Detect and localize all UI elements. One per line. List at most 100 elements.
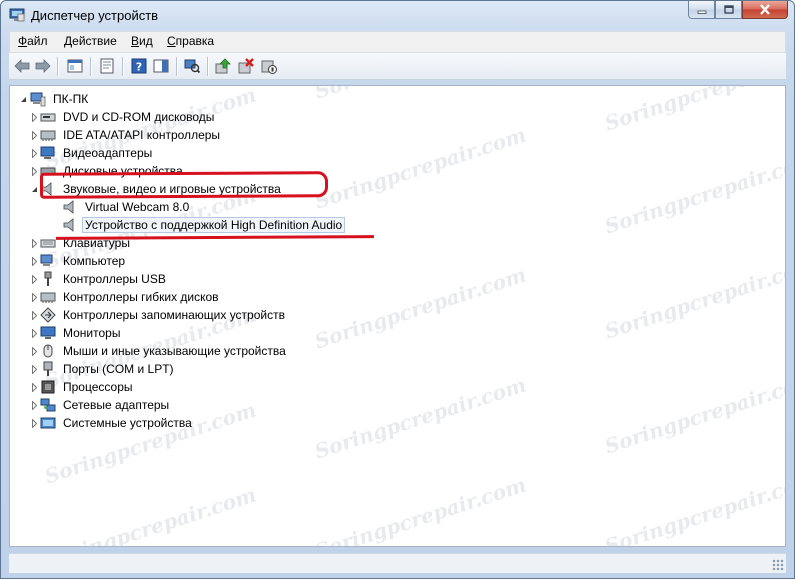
tree-node-label: Видеоадаптеры (63, 146, 153, 160)
expand-arrow-icon[interactable] (30, 252, 39, 270)
tree-node-processors[interactable]: Процессоры (32, 378, 136, 396)
resize-grip-icon[interactable] (772, 559, 784, 571)
caption-buttons (688, 1, 788, 19)
show-hide-console-tree-button[interactable] (65, 57, 85, 75)
status-bar (9, 553, 786, 573)
expand-arrow-icon[interactable] (30, 396, 39, 414)
expand-arrow-icon[interactable] (30, 108, 39, 126)
tree-node-system-devices[interactable]: Системные устройства (32, 414, 195, 432)
collapse-arrow-icon[interactable] (30, 180, 39, 198)
update-driver-icon (215, 58, 231, 74)
tree-node-ports[interactable]: Порты (COM и LPT) (32, 360, 177, 378)
tree-node-root[interactable]: ПК-ПК (16, 90, 91, 108)
highlight-underline (55, 235, 375, 240)
menu-help[interactable]: Справка (165, 34, 216, 48)
network-adapter-icon (40, 398, 56, 412)
computer-icon (30, 92, 46, 107)
expand-arrow-icon[interactable] (30, 144, 39, 162)
tree-node-usb-controllers[interactable]: Контроллеры USB (32, 270, 169, 288)
menu-file-mnemonic: Ф (18, 34, 28, 48)
tree-node-monitors[interactable]: Мониторы (32, 324, 123, 342)
tree-node-label: DVD и CD-ROM дисководы (63, 110, 215, 124)
title-bar[interactable]: Диспетчер устройств (1, 1, 794, 29)
tree-node-computer[interactable]: Компьютер (32, 252, 128, 270)
expand-arrow-icon[interactable] (30, 360, 39, 378)
watermark-text: Soringpcrepair.com (601, 85, 786, 136)
update-driver-button[interactable] (213, 57, 233, 75)
device-tree-panel[interactable]: Soringpcrepair.com Soringpcrepair.com So… (9, 85, 786, 547)
action-pane-button[interactable] (151, 57, 171, 75)
floppy-controller-icon (40, 292, 56, 303)
collapse-arrow-icon[interactable] (16, 96, 30, 103)
watermark-text: Soringpcrepair.com (601, 467, 786, 547)
expand-arrow-icon[interactable] (30, 324, 39, 342)
properties-button[interactable] (97, 57, 117, 75)
menu-view-mnemonic: В (131, 34, 140, 48)
back-button[interactable] (12, 57, 32, 75)
expand-arrow-icon[interactable] (30, 162, 39, 180)
forward-button[interactable] (33, 57, 53, 75)
watermark-text: Soringpcrepair.com (601, 252, 786, 344)
device-manager-icon (9, 8, 25, 22)
svg-text:?: ? (136, 61, 142, 74)
expand-arrow-icon[interactable] (30, 342, 39, 360)
toolbar-separator (207, 57, 208, 76)
help-button[interactable]: ? (129, 57, 149, 75)
menu-action-label: ействие (72, 34, 117, 48)
expand-arrow-icon[interactable] (30, 288, 39, 306)
action-pane-icon (153, 59, 169, 73)
menu-view[interactable]: Вид (129, 34, 155, 48)
uninstall-button[interactable] (236, 57, 256, 75)
maximize-icon (723, 5, 734, 14)
tree-node-storage-controllers[interactable]: Контроллеры запоминающих устройств (32, 306, 288, 324)
close-button[interactable] (742, 1, 788, 19)
tree-node-label: Контроллеры запоминающих устройств (63, 308, 285, 322)
tree-node-label: Компьютер (63, 254, 126, 268)
menu-bar: Файл Действие Вид Справка (9, 31, 786, 53)
highlight-circle (39, 171, 329, 199)
watermark-text: Soringpcrepair.com (41, 482, 260, 547)
expand-arrow-icon[interactable] (30, 270, 39, 288)
menu-file[interactable]: Файл (16, 34, 50, 48)
tree-node-label: Системные устройства (63, 416, 192, 430)
minimize-button[interactable] (688, 1, 715, 19)
menu-help-mnemonic: С (167, 34, 176, 48)
window-title: Диспетчер устройств (31, 8, 159, 23)
uninstall-icon (238, 58, 254, 74)
tree-node-mice[interactable]: Мыши и иные указывающие устройства (32, 342, 289, 360)
expand-arrow-icon[interactable] (30, 234, 39, 252)
disable-device-button[interactable] (259, 57, 279, 75)
expand-arrow-icon[interactable] (30, 378, 39, 396)
tree-node-virtual-webcam[interactable]: Virtual Webcam 8.0 (62, 198, 192, 216)
tree-node-floppy-controllers[interactable]: Контроллеры гибких дисков (32, 288, 222, 306)
tree-node-network-adapters[interactable]: Сетевые адаптеры (32, 396, 172, 414)
menu-help-label: правка (175, 34, 215, 48)
tree-node-video-adapters[interactable]: Видеоадаптеры (32, 144, 155, 162)
processor-icon (41, 380, 55, 394)
tree-node-label: Сетевые адаптеры (63, 398, 170, 412)
tree-node-ide-ata[interactable]: IDE ATA/ATAPI контроллеры (32, 126, 223, 144)
menu-action[interactable]: Действие (62, 34, 119, 48)
tree-node-label: Virtual Webcam 8.0 (85, 200, 190, 214)
expand-arrow-icon[interactable] (30, 126, 39, 144)
minimize-icon (697, 10, 706, 14)
properties-icon (100, 58, 114, 74)
expand-arrow-icon[interactable] (30, 306, 39, 324)
mouse-icon (43, 344, 53, 358)
watermark-text: Soringpcrepair.com (311, 122, 530, 214)
tree-node-hd-audio-device[interactable]: Устройство с поддержкой High Definition … (62, 216, 346, 234)
tree-node-dvd-cdrom[interactable]: DVD и CD-ROM дисководы (32, 108, 217, 126)
expand-arrow-icon[interactable] (30, 414, 39, 432)
scan-hardware-button[interactable] (182, 57, 202, 75)
menu-view-label: ид (139, 34, 153, 48)
maximize-button[interactable] (715, 1, 742, 19)
computer-icon (40, 254, 53, 266)
toolbar-separator (176, 57, 177, 76)
tree-node-label: Мыши и иные указывающие устройства (63, 344, 286, 358)
tree-node-label: ПК-ПК (53, 92, 89, 106)
monitor-icon (40, 326, 56, 339)
watermark-text: Soringpcrepair.com (601, 367, 786, 459)
port-icon (43, 361, 53, 376)
device-manager-window: Диспетчер устройств Файл Действие Вид Сп… (0, 0, 795, 579)
keyboard-icon (40, 239, 56, 248)
